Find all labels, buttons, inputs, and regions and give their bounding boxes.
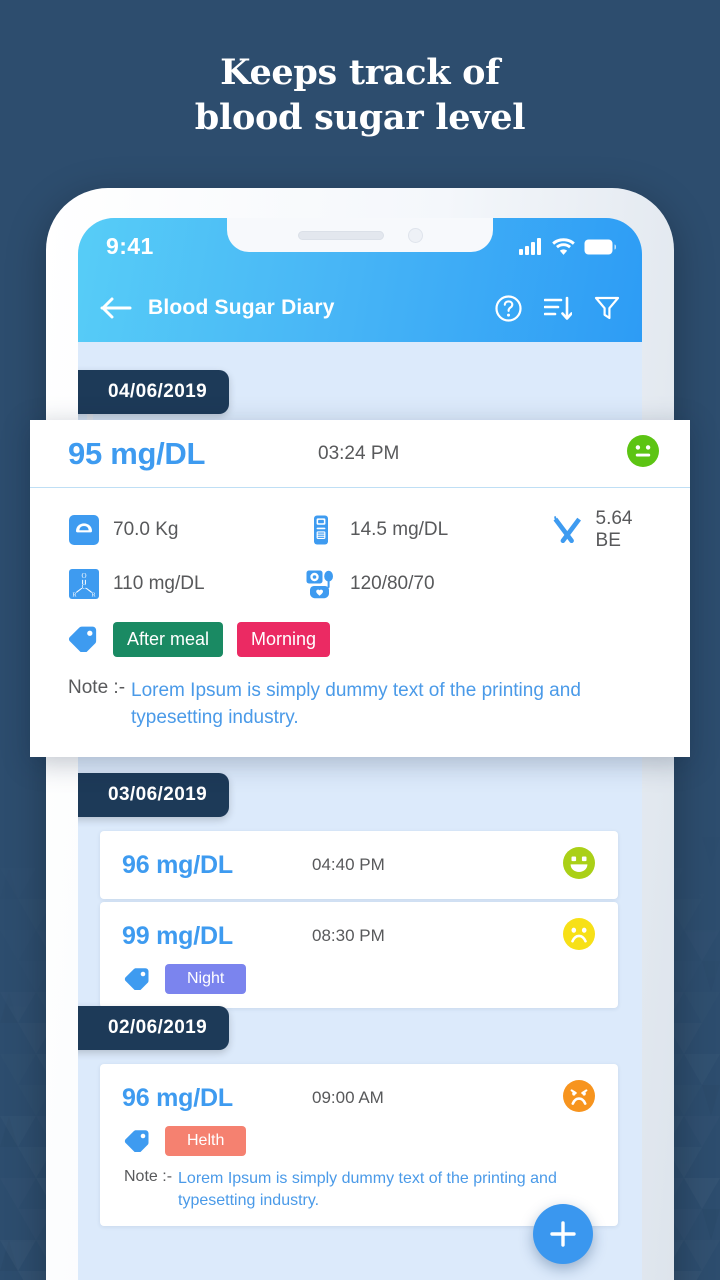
date-header: 02/06/2019 bbox=[78, 1006, 230, 1050]
mood-neutral-face-icon bbox=[626, 434, 660, 473]
svg-text:C: C bbox=[82, 583, 87, 591]
page-title: Blood Sugar Diary bbox=[148, 296, 335, 319]
entry-summary: 96 mg/DL 09:00 AM bbox=[122, 1078, 596, 1118]
help-icon[interactable] bbox=[495, 294, 522, 322]
date-header: 04/06/2019 bbox=[78, 370, 230, 414]
wifi-icon bbox=[552, 237, 575, 255]
tag-row: Night bbox=[122, 964, 596, 995]
status-clock: 9:41 bbox=[106, 232, 154, 259]
glucometer-icon bbox=[314, 515, 328, 545]
filter-icon[interactable] bbox=[594, 295, 620, 321]
glucose-value: 96 mg/DL bbox=[122, 1083, 233, 1112]
weight-scale-icon bbox=[69, 515, 99, 545]
list-item[interactable]: 99 mg/DL 08:30 PM Night bbox=[100, 902, 618, 1009]
mood-very-sad-face-icon bbox=[562, 1079, 596, 1118]
mood-sad-face-icon bbox=[562, 917, 596, 956]
metric-ketone: O C R R 110 mg/DL bbox=[68, 568, 305, 600]
metric-blood-pressure: 120/80/70 bbox=[305, 568, 552, 600]
top-app-bar: Blood Sugar Diary bbox=[78, 274, 642, 342]
note-row: Note :- Lorem Ipsum is simply dummy text… bbox=[122, 1168, 596, 1212]
metric-carbs: 5.64 BE bbox=[552, 508, 660, 552]
list-item[interactable]: 96 mg/DL 04:40 PM bbox=[100, 831, 618, 899]
status-icon-group bbox=[519, 237, 616, 255]
glucose-value: 96 mg/DL bbox=[122, 850, 233, 879]
tag-icon bbox=[68, 626, 97, 653]
tag-icon bbox=[124, 1130, 149, 1153]
list-item[interactable]: 96 mg/DL 09:00 AM Helth Note:- Lorem Ip… bbox=[100, 1064, 618, 1227]
speaker-grille bbox=[297, 230, 384, 240]
svg-text:O: O bbox=[81, 572, 86, 580]
tag-chip[interactable]: Helth bbox=[165, 1126, 247, 1157]
back-arrow-icon[interactable] bbox=[100, 296, 132, 320]
headline-line-1: Keeps track of bbox=[220, 52, 500, 93]
entry-time: 04:40 PM bbox=[312, 855, 385, 874]
plus-icon bbox=[550, 1221, 576, 1247]
svg-text:R: R bbox=[72, 593, 76, 599]
headline-line-2: blood sugar level bbox=[194, 97, 526, 138]
tag-chip[interactable]: After meal bbox=[113, 622, 224, 657]
note-text: Lorem Ipsum is simply dummy text of the … bbox=[178, 1170, 557, 1210]
note-row: Note :- Lorem Ipsum is simply dummy text… bbox=[68, 677, 660, 731]
tag-row: After meal Morning bbox=[68, 622, 660, 657]
tag-row: Helth bbox=[122, 1126, 596, 1157]
metric-value: 5.64 BE bbox=[595, 508, 633, 551]
entry-time: 03:24 PM bbox=[318, 442, 400, 464]
blood-pressure-icon bbox=[306, 570, 333, 599]
battery-icon bbox=[584, 239, 616, 254]
phone-notch bbox=[227, 218, 493, 252]
note-text: Lorem Ipsum is simply dummy text of the … bbox=[131, 679, 581, 728]
tag-icon bbox=[124, 968, 149, 991]
metric-glucometer: 14.5 mg/DL bbox=[305, 514, 552, 546]
glucose-value: 99 mg/DL bbox=[122, 921, 233, 950]
entry-details: 70.0 Kg 14.5 mg/DL 5.64 BE O C R R 110 m… bbox=[30, 488, 690, 757]
metric-value: 70.0 Kg bbox=[113, 519, 179, 540]
note-label: Note :- bbox=[68, 676, 126, 698]
cutlery-icon bbox=[553, 516, 581, 544]
svg-text:R: R bbox=[91, 593, 95, 599]
metric-value: 14.5 mg/DL bbox=[350, 519, 449, 540]
cellular-signal-icon bbox=[519, 237, 541, 255]
entry-time: 09:00 AM bbox=[312, 1088, 384, 1107]
metric-value: 120/80/70 bbox=[350, 573, 435, 594]
ketone-icon: O C R R bbox=[69, 569, 99, 599]
app-bar: 9:41 Blood Sugar Diary bbox=[78, 218, 642, 342]
tag-chip[interactable]: Night bbox=[165, 964, 247, 995]
glucose-value: 95 mg/DL bbox=[68, 435, 206, 471]
entry-summary: 95 mg/DL 03:24 PM bbox=[30, 420, 690, 488]
entry-summary: 96 mg/DL 04:40 PM bbox=[122, 845, 596, 885]
app-bar-actions bbox=[495, 294, 620, 322]
entry-time: 08:30 PM bbox=[312, 926, 385, 945]
tag-chip[interactable]: Morning bbox=[237, 622, 331, 657]
metric-weight: 70.0 Kg bbox=[68, 514, 305, 546]
sort-icon[interactable] bbox=[544, 295, 572, 321]
add-entry-fab[interactable] bbox=[533, 1204, 593, 1264]
mood-happy-face-icon bbox=[562, 846, 596, 885]
note-label: Note :- bbox=[124, 1168, 173, 1186]
promo-headline: Keeps track of blood sugar level bbox=[0, 50, 720, 140]
front-camera-icon bbox=[407, 227, 423, 243]
date-header: 03/06/2019 bbox=[78, 773, 230, 817]
entry-summary: 99 mg/DL 08:30 PM bbox=[122, 916, 596, 956]
expanded-entry-card[interactable]: 95 mg/DL 03:24 PM 70.0 Kg 14.5 mg/DL 5.6… bbox=[30, 420, 690, 757]
metrics-grid: 70.0 Kg 14.5 mg/DL 5.64 BE O C R R 110 m… bbox=[68, 508, 660, 600]
metric-value: 110 mg/DL bbox=[113, 573, 205, 594]
